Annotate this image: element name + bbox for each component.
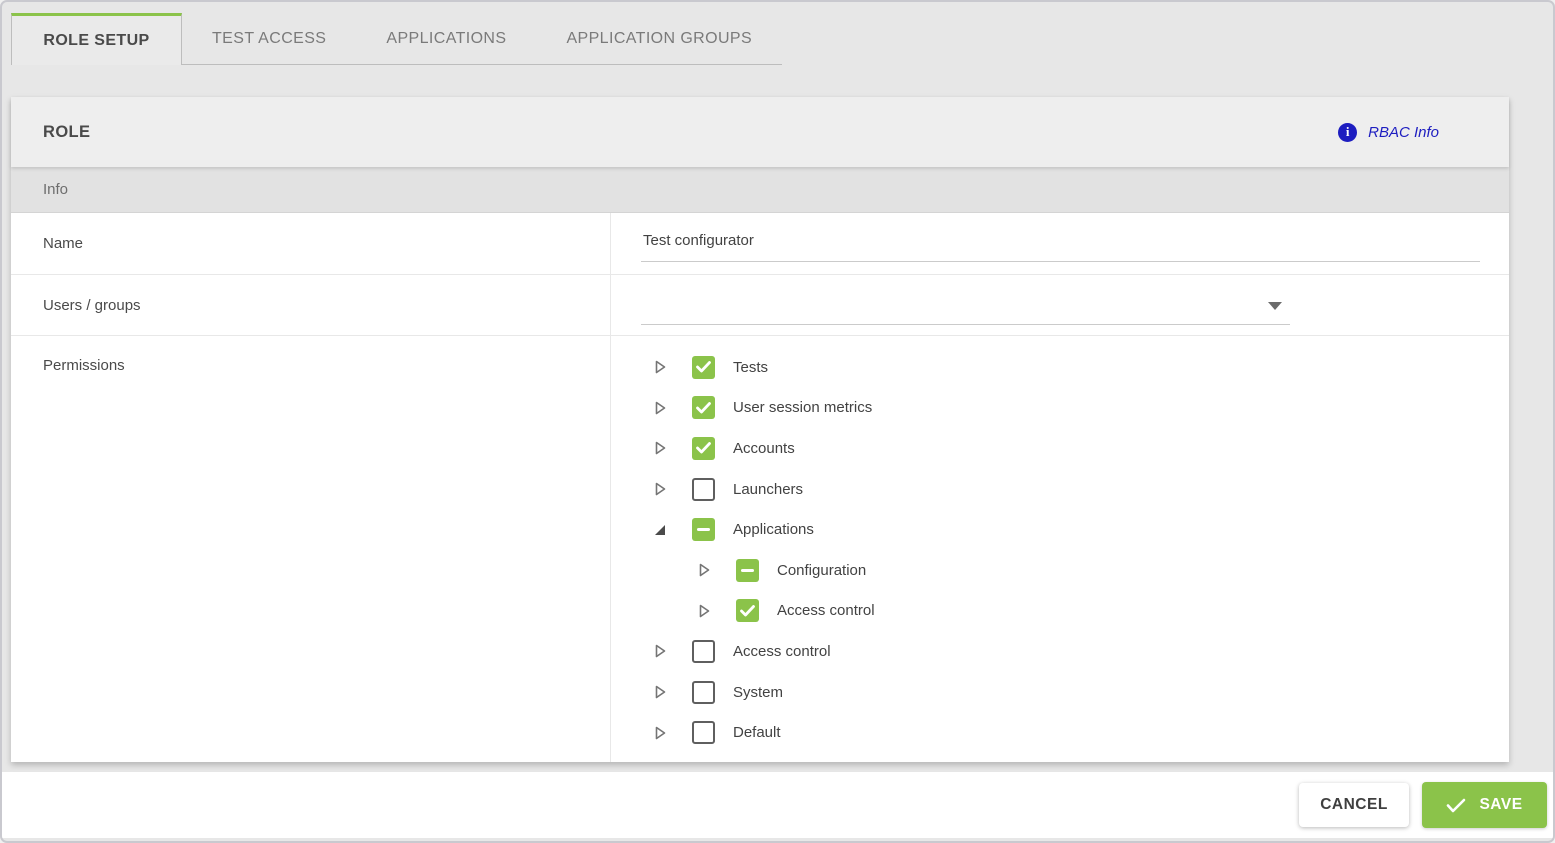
permission-checkbox[interactable]	[692, 721, 715, 744]
save-button-label: SAVE	[1479, 796, 1522, 814]
section-info-label: Info	[43, 181, 68, 198]
indeterminate-dash-icon	[697, 528, 710, 532]
permission-checkbox[interactable]	[692, 640, 715, 663]
permission-label: Tests	[733, 359, 768, 376]
permission-checkbox[interactable]	[736, 599, 759, 622]
users-groups-select[interactable]	[641, 289, 1290, 325]
expander-icon[interactable]	[653, 522, 667, 538]
name-input-value: Test configurator	[643, 232, 754, 249]
chevron-down-icon	[1268, 302, 1282, 310]
tab[interactable]: APPLICATION GROUPS	[536, 13, 782, 64]
permission-tree-row: Tests	[611, 347, 1509, 388]
permissions-tree: Tests	[611, 336, 1509, 762]
name-row: Name Test configurator	[11, 213, 1509, 275]
permission-label: Configuration	[777, 562, 866, 579]
name-label: Name	[11, 213, 611, 274]
permission-tree-row: Default	[611, 712, 1509, 753]
app-window: ROLE SETUP TEST ACCESS APPLICATIONS APPL…	[0, 0, 1555, 843]
tab[interactable]: ROLE SETUP	[11, 13, 182, 65]
tab-label: TEST ACCESS	[212, 30, 326, 48]
expander-icon[interactable]	[653, 481, 667, 497]
indeterminate-dash-icon	[741, 569, 754, 573]
expander-icon[interactable]	[653, 643, 667, 659]
permission-tree-row: Accounts	[611, 428, 1509, 469]
permission-label: Access control	[777, 602, 875, 619]
panel-header: ROLE i RBAC Info	[11, 97, 1509, 167]
expander-icon[interactable]	[653, 725, 667, 741]
permission-checkbox[interactable]	[692, 478, 715, 501]
permission-tree-row: Access control	[611, 591, 1509, 632]
permission-checkbox[interactable]	[736, 559, 759, 582]
permission-label: User session metrics	[733, 399, 872, 416]
tab[interactable]: TEST ACCESS	[182, 13, 356, 64]
tab-label: ROLE SETUP	[43, 32, 149, 50]
rbac-info-label: RBAC Info	[1368, 124, 1439, 141]
expander-icon[interactable]	[697, 603, 711, 619]
expander-icon[interactable]	[653, 440, 667, 456]
permission-label: Default	[733, 724, 781, 741]
cancel-button[interactable]: CANCEL	[1299, 783, 1409, 827]
check-icon	[1446, 798, 1466, 813]
permission-tree-row: Launchers	[611, 469, 1509, 510]
permission-tree-row: System	[611, 672, 1509, 713]
section-info-header: Info	[11, 167, 1509, 213]
permission-checkbox[interactable]	[692, 518, 715, 541]
permission-checkbox[interactable]	[692, 681, 715, 704]
users-groups-row: Users / groups	[11, 275, 1509, 336]
tab-bar: ROLE SETUP TEST ACCESS APPLICATIONS APPL…	[11, 13, 782, 65]
permission-checkbox[interactable]	[692, 356, 715, 379]
users-groups-label: Users / groups	[11, 275, 611, 335]
permission-label: Applications	[733, 521, 814, 538]
permission-tree-row: Applications	[611, 509, 1509, 550]
permission-label: Launchers	[733, 481, 803, 498]
expander-icon[interactable]	[653, 684, 667, 700]
permission-label: Access control	[733, 643, 831, 660]
rbac-info-link[interactable]: i RBAC Info	[1338, 123, 1477, 142]
info-icon: i	[1338, 123, 1357, 142]
permission-label: Accounts	[733, 440, 795, 457]
action-footer: CANCEL SAVE	[2, 772, 1553, 838]
name-input[interactable]: Test configurator	[641, 226, 1480, 262]
permission-checkbox[interactable]	[692, 437, 715, 460]
permissions-label: Permissions	[11, 336, 611, 762]
permissions-row: Permissions	[11, 336, 1509, 762]
permission-tree-row: Access control	[611, 631, 1509, 672]
save-button[interactable]: SAVE	[1422, 782, 1547, 828]
tab[interactable]: APPLICATIONS	[356, 13, 536, 64]
tab-label: APPLICATIONS	[386, 30, 506, 48]
panel-title: ROLE	[43, 123, 90, 142]
tab-label: APPLICATION GROUPS	[566, 30, 752, 48]
permission-label: System	[733, 684, 783, 701]
expander-icon[interactable]	[653, 359, 667, 375]
role-panel: ROLE i RBAC Info Info Name Test configur…	[11, 97, 1509, 762]
expander-icon[interactable]	[697, 562, 711, 578]
permission-tree-row: Configuration	[611, 550, 1509, 591]
expander-icon[interactable]	[653, 400, 667, 416]
permission-tree-row: User session metrics	[611, 388, 1509, 429]
permission-checkbox[interactable]	[692, 396, 715, 419]
